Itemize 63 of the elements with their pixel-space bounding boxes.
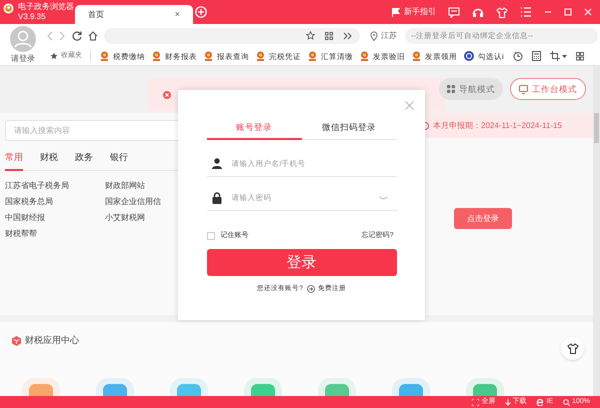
monitor-icon	[519, 84, 528, 94]
screenshot-button[interactable]	[550, 51, 567, 62]
browser-e-icon	[536, 398, 544, 406]
page-tab[interactable]: 首页 ×	[75, 5, 193, 24]
emblem-icon	[360, 51, 369, 62]
crop-icon	[550, 51, 560, 62]
star-icon[interactable]	[306, 31, 315, 40]
globe-icon	[464, 51, 474, 62]
emblem-icon	[152, 51, 161, 62]
category-tab[interactable]: 银行	[110, 151, 128, 170]
shirt-icon	[566, 343, 578, 354]
calculator-icon[interactable]	[532, 51, 541, 62]
category-tab[interactable]: 常用	[5, 151, 23, 170]
caret-icon	[562, 54, 567, 58]
site-link[interactable]: 财税帮帮	[5, 226, 105, 240]
guide-button[interactable]: 新手指引	[391, 6, 436, 18]
login-tab[interactable]: 微信扫码登录	[302, 121, 396, 139]
login-tab[interactable]: 账号登录	[206, 121, 302, 140]
site-link[interactable]: 江苏省电子税务局	[5, 178, 105, 192]
location-pin-icon	[370, 30, 378, 41]
person-icon	[212, 158, 222, 170]
category-tab[interactable]: 财税	[40, 151, 58, 170]
headset-icon[interactable]	[472, 6, 484, 18]
clock-icon[interactable]	[512, 51, 523, 62]
site-link[interactable]: 中国财经报	[5, 210, 105, 224]
circle-arrow-icon	[306, 285, 315, 294]
grid-icon[interactable]	[325, 32, 333, 40]
apps-icon[interactable]	[576, 52, 584, 61]
shirt-icon[interactable]	[496, 6, 508, 18]
section-title: 财税应用中心	[25, 334, 79, 347]
location-selector[interactable]: 江苏	[370, 30, 397, 42]
mode-toggle[interactable]: 工作台模式	[510, 78, 586, 100]
login-submit-button[interactable]: 登录	[206, 249, 396, 276]
emblem-icon	[204, 51, 213, 62]
maximize-icon[interactable]	[564, 8, 572, 16]
download-icon	[505, 398, 512, 406]
app-name: 电子政务浏览器	[18, 2, 74, 12]
menu-icon[interactable]	[520, 7, 532, 17]
star-icon	[50, 52, 58, 60]
home-icon[interactable]	[88, 30, 98, 41]
fullscreen-icon	[472, 398, 480, 406]
cube-icon	[12, 336, 21, 346]
emblem-icon	[308, 51, 317, 62]
emblem-icon	[100, 51, 109, 62]
chat-icon[interactable]	[448, 6, 460, 18]
login-avatar-button[interactable]: 请登录	[0, 24, 46, 65]
error-icon	[163, 90, 171, 98]
flag-icon	[391, 7, 401, 17]
site-link[interactable]: 国家税务总局	[5, 194, 105, 208]
grid-icon	[447, 85, 455, 93]
mode-toggle[interactable]: 导航模式	[439, 78, 503, 100]
emblem-icon	[412, 51, 421, 62]
logo-icon	[3, 3, 14, 14]
lock-icon	[212, 192, 222, 204]
category-tab[interactable]: 政务	[75, 151, 93, 170]
app-version: V3.9.35	[18, 12, 47, 22]
tab-close-button[interactable]: ×	[174, 8, 180, 22]
period-banner: 本月申报期：2024-11-1~2024-11-15	[423, 113, 593, 138]
reload-icon[interactable]	[72, 30, 82, 41]
magnifier-icon	[563, 398, 570, 406]
emblem-icon	[256, 51, 265, 62]
new-tab-icon[interactable]	[195, 6, 207, 18]
double-chevron-icon[interactable]	[343, 32, 352, 40]
